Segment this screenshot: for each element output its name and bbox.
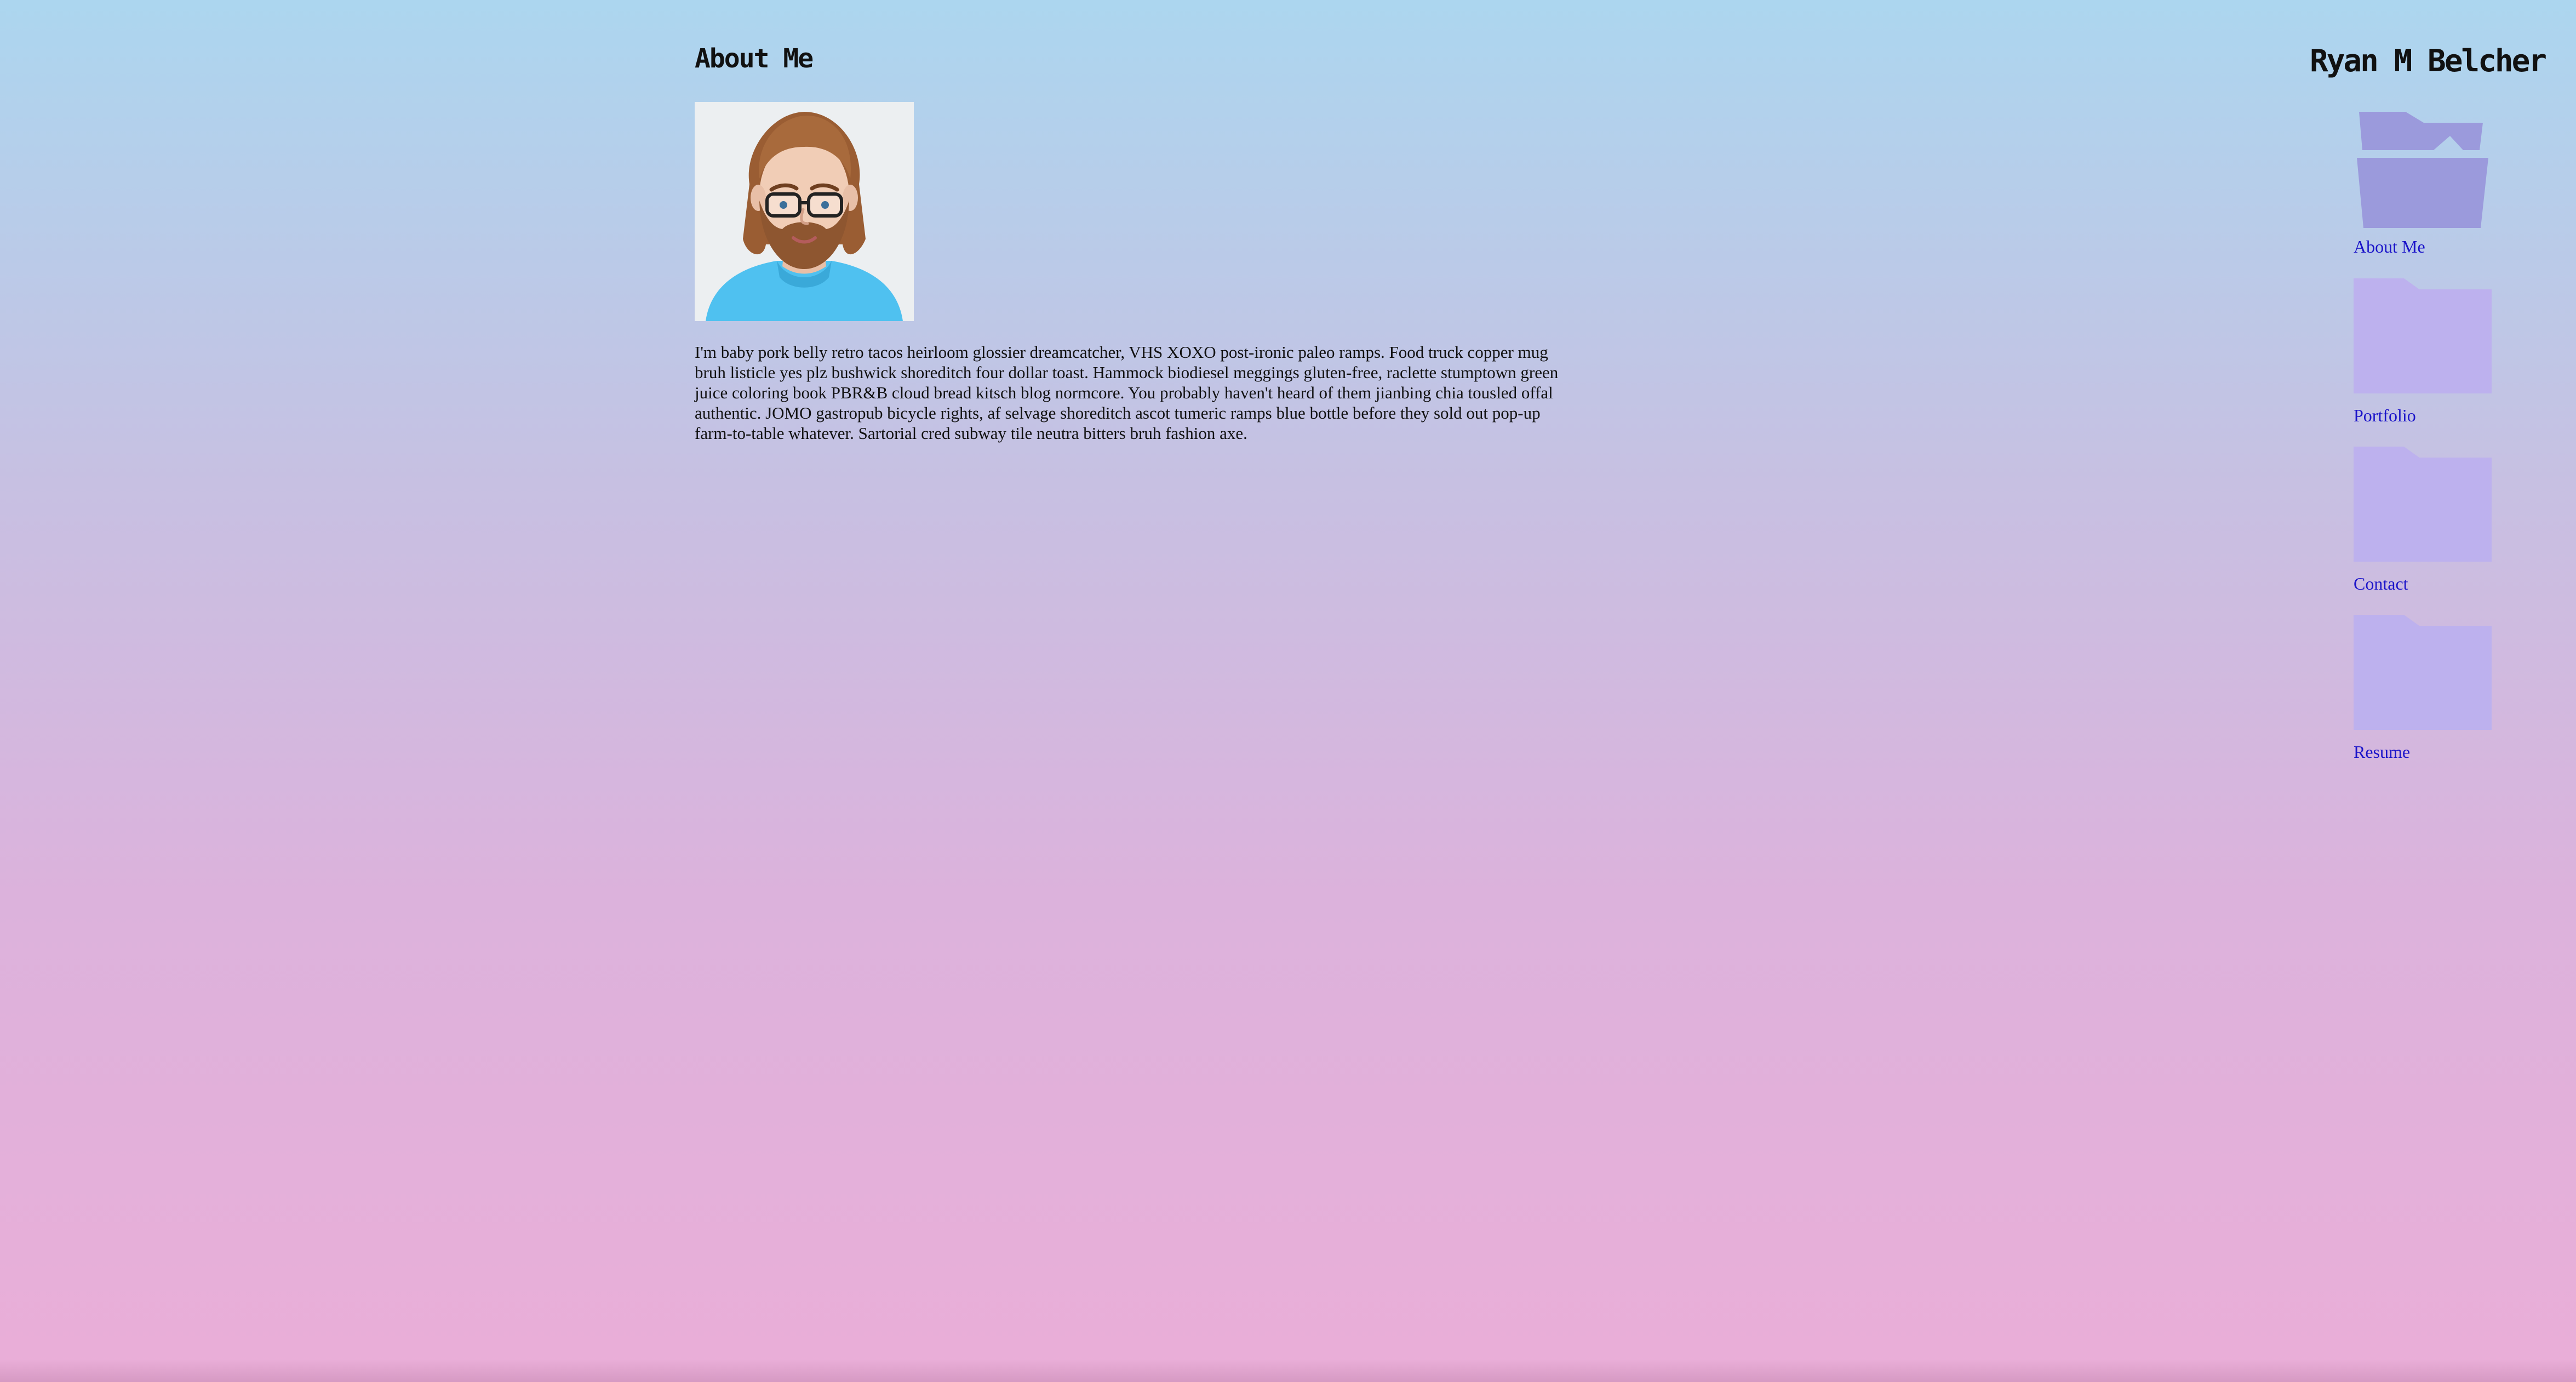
site-name: Ryan M Belcher [2310,43,2547,79]
nav-label-portfolio: Portfolio [2354,406,2416,425]
folder-open-icon [2357,112,2488,228]
nav-label-resume: Resume [2354,742,2411,762]
nav-item-portfolio[interactable]: Portfolio [2354,278,2496,425]
nav-label-about-me: About Me [2354,237,2425,256]
folder-icon [2354,278,2492,393]
folder-icon [2354,615,2492,730]
nav-item-resume[interactable]: Resume [2354,615,2496,762]
avatar [695,102,914,321]
main-content: About Me I'm baby pork belly retro tacos… [695,39,1571,443]
folder-icon [2354,447,2492,562]
page-title: About Me [695,43,814,74]
nav-item-contact[interactable]: Contact [2354,447,2496,593]
bottom-edge-shadow [0,1359,2576,1382]
bearded-man-avatar-icon [695,102,914,321]
bio-text: I'm baby pork belly retro tacos heirloom… [695,342,1559,443]
nav-label-contact: Contact [2354,574,2408,593]
nav-item-about-me[interactable]: About Me [2354,110,2496,256]
